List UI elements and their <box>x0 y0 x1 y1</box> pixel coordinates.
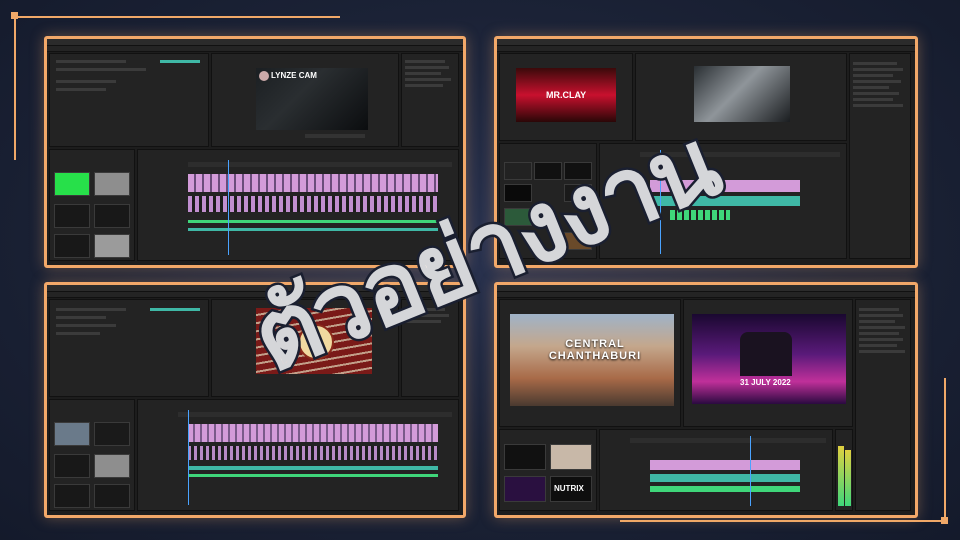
title-bar <box>47 39 463 46</box>
decor-line-top <box>14 16 340 18</box>
decor-line-right <box>944 378 946 522</box>
decor-corner-top-left <box>11 12 18 19</box>
title-bar <box>497 285 915 292</box>
timeline-panel <box>599 429 833 511</box>
clip-thumbnail <box>54 172 90 196</box>
promo-date-text: 31 JULY 2022 <box>740 378 791 387</box>
effect-controls-panel <box>49 53 209 147</box>
menu-bar <box>497 46 915 52</box>
effects-panel <box>401 299 459 397</box>
program-monitor <box>211 299 399 397</box>
project-bin <box>499 143 597 259</box>
audio-meter <box>835 429 853 511</box>
brand-thumbnail: NUTRIX <box>550 476 592 502</box>
decor-line-bottom <box>620 520 946 522</box>
audio-thumbnail <box>94 204 130 228</box>
source-video-frame: CENTRAL CHANTHABURI <box>510 314 674 406</box>
program-video-frame <box>256 308 372 374</box>
program-monitor: 31 JULY 2022 <box>683 299 853 427</box>
editor-screenshot-4: CENTRAL CHANTHABURI 31 JULY 2022 NUTRIX <box>494 282 918 518</box>
source-monitor: MR.CLAY <box>499 53 633 141</box>
editor-screenshot-3 <box>44 282 466 518</box>
program-monitor: LYNZE CAM <box>211 53 399 147</box>
brand-thumbnail-text: NUTRIX <box>554 484 584 493</box>
program-video-frame <box>694 66 790 122</box>
clip-thumbnail <box>94 172 130 196</box>
avatar <box>259 71 269 81</box>
editor-screenshot-1: LYNZE CAM <box>44 36 466 268</box>
program-video-frame: 31 JULY 2022 <box>692 314 846 404</box>
monitor-title-text: LYNZE CAM <box>271 71 317 80</box>
source-video-frame: MR.CLAY <box>516 68 616 122</box>
timeline-panel <box>137 399 459 511</box>
effects-panel <box>401 53 459 147</box>
monitor-title-text: CENTRAL CHANTHABURI <box>548 338 642 362</box>
program-monitor <box>635 53 847 141</box>
title-bar <box>47 285 463 292</box>
clip-thumbnail <box>94 234 130 258</box>
project-bin <box>49 399 135 511</box>
program-video-frame: LYNZE CAM <box>256 68 368 130</box>
project-bin: NUTRIX <box>499 429 597 511</box>
source-monitor: CENTRAL CHANTHABURI <box>499 299 681 427</box>
monitor-title-text: MR.CLAY <box>546 90 587 100</box>
menu-bar <box>47 46 463 52</box>
decor-corner-bottom-right <box>941 517 948 524</box>
project-bin <box>49 149 135 261</box>
menu-bar <box>47 292 463 298</box>
logo-emblem <box>298 324 334 360</box>
effects-panel <box>855 299 911 511</box>
menu-bar <box>497 292 915 298</box>
title-bar <box>497 39 915 46</box>
audio-thumbnail <box>54 234 90 258</box>
timeline-panel <box>137 149 459 261</box>
editor-screenshot-2: MR.CLAY <box>494 36 918 268</box>
decor-line-left <box>14 16 16 160</box>
artist-group-image <box>740 332 792 376</box>
effect-controls-panel <box>49 299 209 397</box>
timeline-panel <box>599 143 847 259</box>
audio-thumbnail <box>54 204 90 228</box>
effects-panel <box>849 53 911 259</box>
